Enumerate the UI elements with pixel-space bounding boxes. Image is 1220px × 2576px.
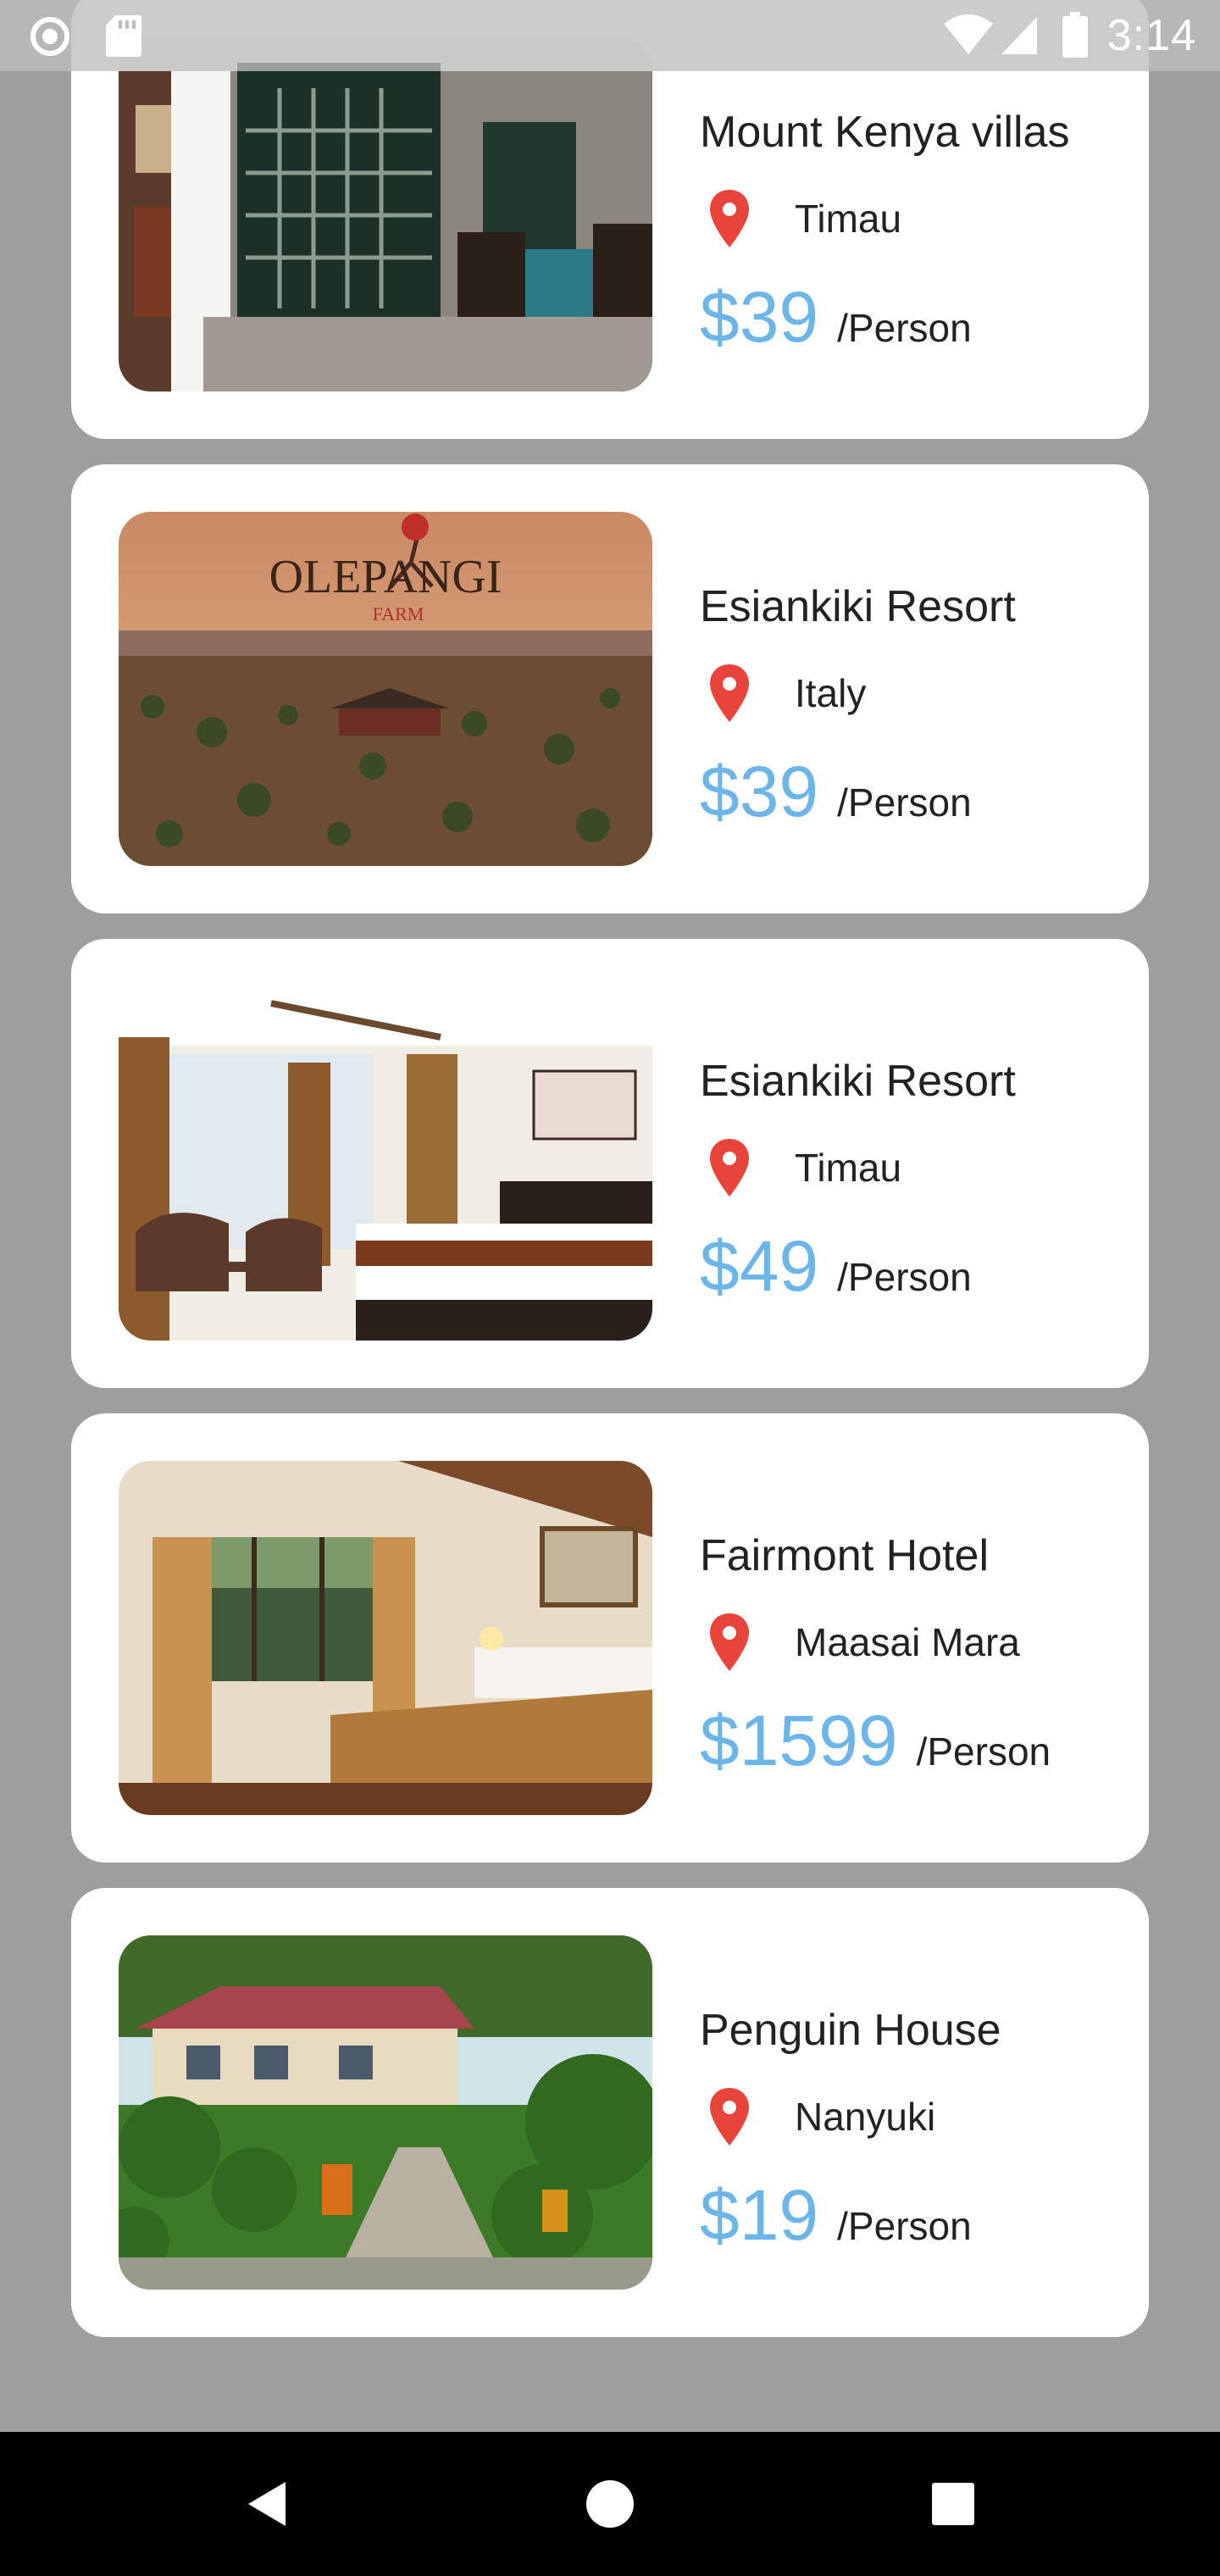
screen: 3:14 Mount Kenya villas Timau $39 /Perso… (0, 0, 1220, 2576)
hotel-price: $19 (700, 2175, 819, 2255)
location-row: Timau (708, 186, 901, 251)
location-row: Maasai Mara (708, 1610, 1020, 1674)
hotel-price: $49 (700, 1226, 819, 1306)
location-pin-icon (710, 190, 749, 247)
price-row: $19 /Person (700, 2174, 972, 2257)
location-pin-icon (710, 1139, 749, 1196)
hotel-price: $39 (700, 277, 819, 357)
hotel-location: Italy (795, 671, 867, 715)
price-unit: /Person (837, 306, 972, 350)
hotel-info: Penguin House Nanyuki $19 /Person (700, 1888, 1132, 2337)
photo-logo-subtext: FARM (373, 603, 424, 625)
recents-icon[interactable] (915, 2466, 991, 2542)
hotel-price: $1599 (700, 1701, 898, 1780)
lodge-bedroom-photo (119, 1461, 652, 1815)
price-unit: /Person (916, 1729, 1051, 1774)
hotel-name: Penguin House (700, 2006, 1001, 2055)
villa-interior-photo (119, 37, 652, 391)
hotel-name: Esiankiki Resort (700, 582, 1016, 631)
hotel-card[interactable]: OLEPANGI FARM Esiankiki Resort Italy $39… (71, 464, 1149, 913)
battery-icon (1062, 12, 1088, 58)
hotel-info: Esiankiki Resort Italy $39 /Person (700, 464, 1132, 913)
price-row: $1599 /Person (700, 1700, 1051, 1782)
location-pin-icon (710, 1613, 749, 1671)
navigation-bar (0, 2432, 1220, 2576)
sd-card-icon (105, 14, 142, 58)
location-row: Timau (708, 1135, 901, 1200)
hotel-info: Fairmont Hotel Maasai Mara $1599 /Person (700, 1413, 1132, 1863)
hotel-location: Timau (795, 1146, 902, 1190)
location-row: Nanyuki (708, 2085, 935, 2149)
hotel-location: Timau (795, 197, 902, 241)
back-icon[interactable] (229, 2466, 305, 2542)
hotel-name: Esiankiki Resort (700, 1057, 1016, 1106)
hotel-name: Mount Kenya villas (700, 108, 1070, 157)
bedroom-photo (119, 986, 652, 1341)
hotel-location: Nanyuki (795, 2095, 936, 2139)
location-pin-icon (710, 2088, 749, 2146)
hotel-info: Esiankiki Resort Timau $49 /Person (700, 939, 1132, 1388)
home-icon[interactable] (572, 2466, 648, 2542)
price-unit: /Person (837, 2204, 972, 2248)
location-pin-icon (710, 664, 749, 722)
hotel-card[interactable]: Esiankiki Resort Timau $49 /Person (71, 939, 1149, 1388)
status-bar: 3:14 (0, 0, 1220, 71)
location-row: Italy (708, 661, 866, 725)
hotel-price: $39 (700, 752, 819, 831)
photo-logo-text: OLEPANGI (269, 551, 502, 603)
signal-icon (1000, 15, 1039, 56)
hotel-card[interactable]: Penguin House Nanyuki $19 /Person (71, 1888, 1149, 2337)
price-unit: /Person (837, 1255, 972, 1299)
garden-cottage-photo (119, 1935, 652, 2290)
price-row: $39 /Person (700, 276, 972, 358)
price-row: $49 /Person (700, 1225, 972, 1307)
wifi-icon (942, 14, 995, 56)
clock: 3:14 (1106, 11, 1196, 60)
price-unit: /Person (837, 780, 972, 824)
hotel-card[interactable]: Fairmont Hotel Maasai Mara $1599 /Person (71, 1413, 1149, 1863)
record-icon (29, 15, 71, 58)
hotel-name: Fairmont Hotel (700, 1531, 989, 1580)
hotel-location: Maasai Mara (795, 1620, 1020, 1664)
price-row: $39 /Person (700, 751, 972, 833)
olepangi-farm-photo: OLEPANGI FARM (119, 512, 652, 866)
